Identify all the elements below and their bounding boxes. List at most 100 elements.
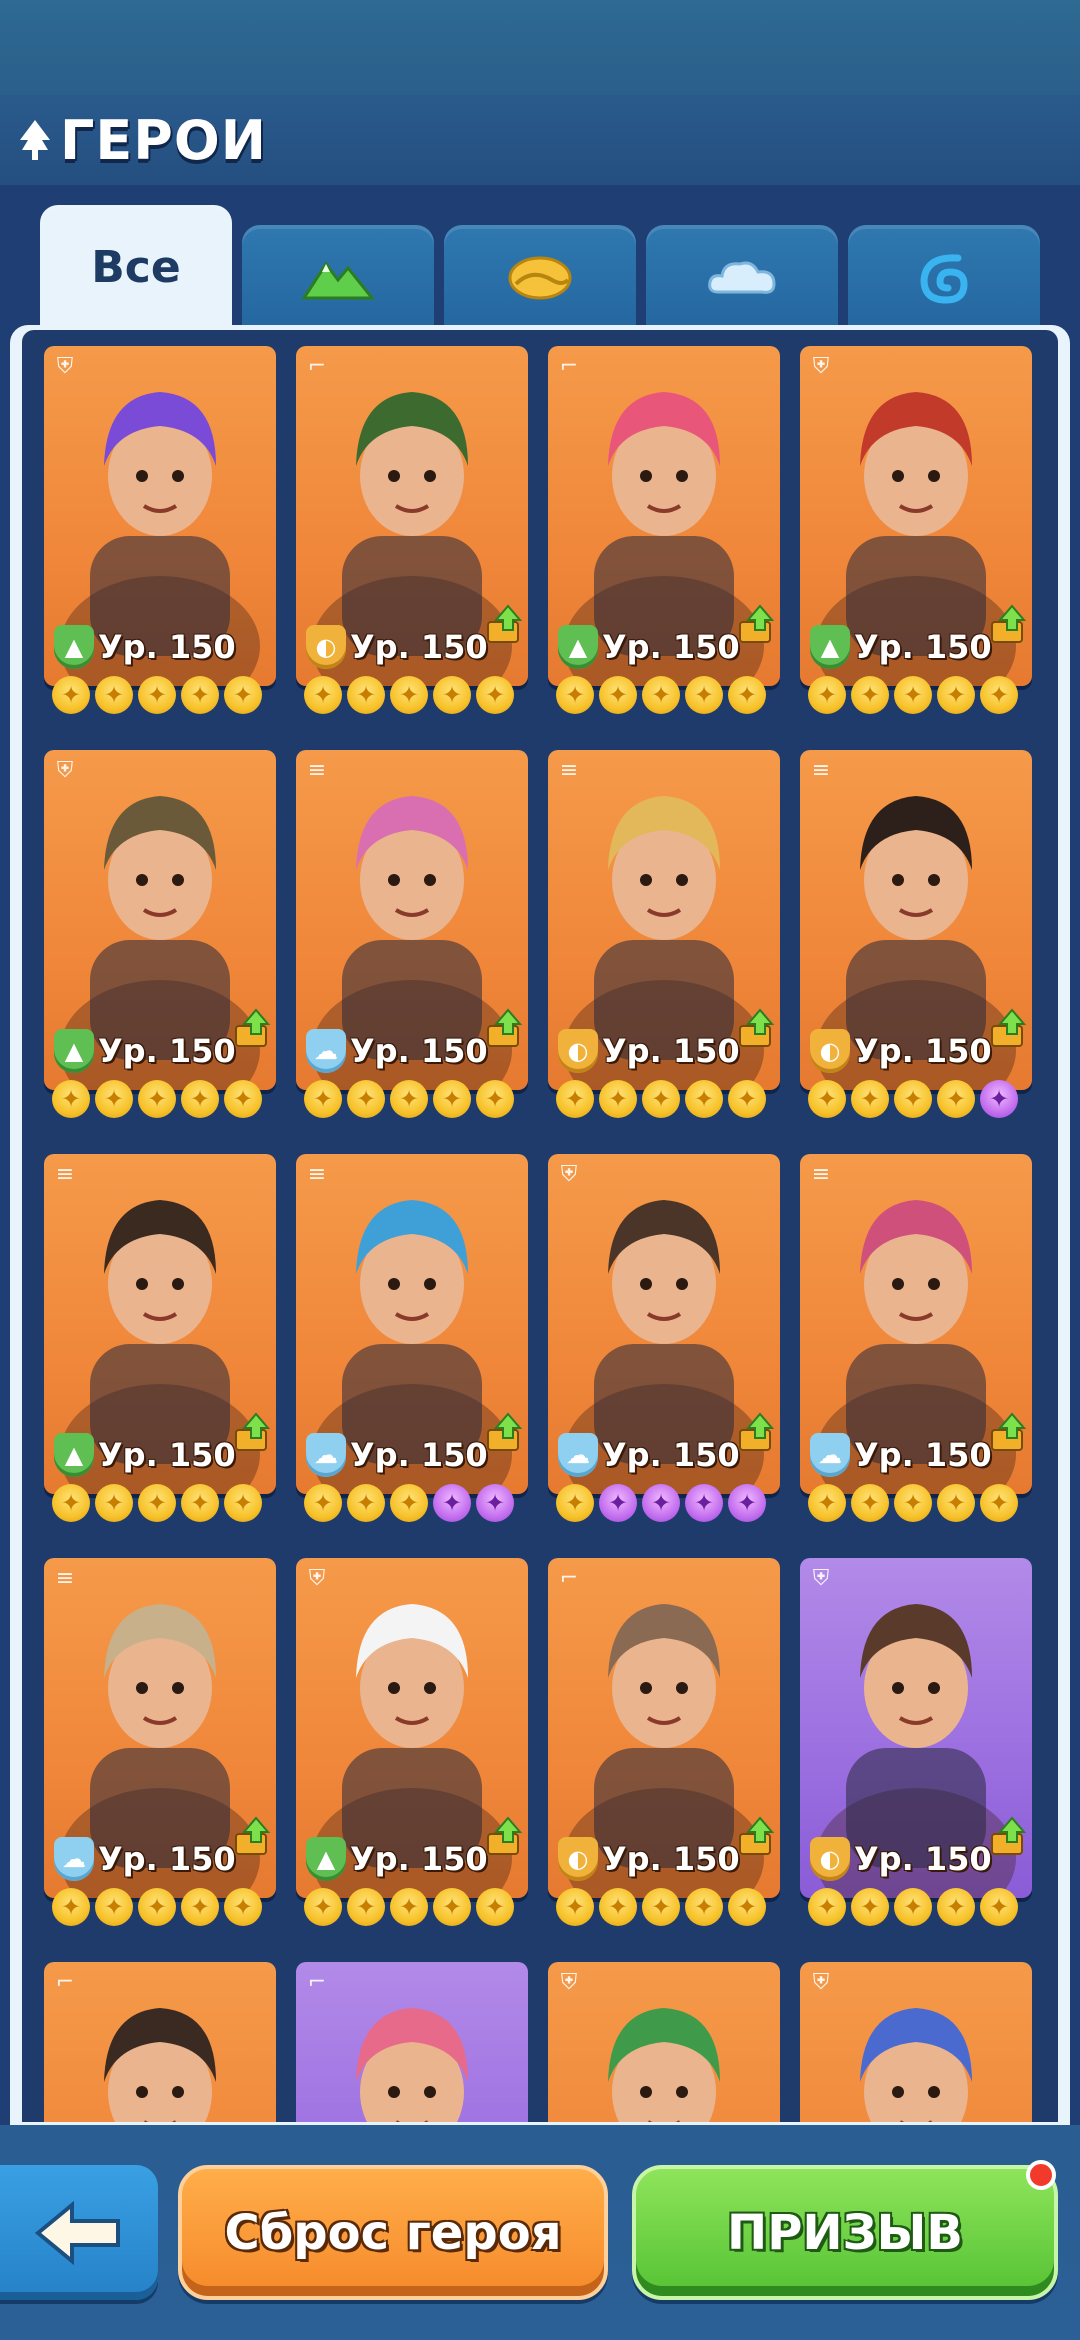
hero-slot: ⌐ [296,1962,528,2122]
forest-element-icon: ▲ [54,1433,94,1477]
hero-card[interactable]: ⛨ ▲ Ур. 150 [800,346,1032,686]
gold-star-icon: ✦ [181,1080,219,1118]
gold-star-icon: ✦ [937,1484,975,1522]
purple-star-icon: ✦ [476,1484,514,1522]
hero-card[interactable]: ≡ ☁ Ур. 150 [296,1154,528,1494]
hero-level: Ур. 150 [98,1840,236,1878]
hero-stars: ✦ ✦ ✦ ✦ ✦ [304,1484,522,1524]
gun-class-icon: ⌐ [307,354,327,379]
gold-star-icon: ✦ [52,1484,90,1522]
sky-element-icon: ☁ [306,1029,346,1073]
hero-card[interactable]: ⛨ ▲ Ур. 150 [296,1558,528,1898]
gold-star-icon: ✦ [599,676,637,714]
hero-card[interactable]: ⛨ ▲ Ур. 150 [44,346,276,686]
hero-slot: ⌐ ◐ Ур. 150 ✦ ✦ ✦ ✦ ✦ [296,346,528,714]
hero-card[interactable]: ≡ ☁ Ур. 150 [296,750,528,1090]
hero-stars: ✦ ✦ ✦ ✦ ✦ [52,1888,270,1928]
rifle-class-icon: ≡ [307,1162,327,1187]
gold-star-icon: ✦ [304,1080,342,1118]
hero-level: Ур. 150 [854,1436,992,1474]
tab-desert[interactable] [444,225,636,330]
tab-water[interactable] [848,225,1040,330]
hero-stars: ✦ ✦ ✦ ✦ ✦ [808,1080,1026,1120]
hero-card[interactable]: ⛨ ◐ Ур. 150 [800,1558,1032,1898]
hero-card[interactable]: ≡ ☁ Ур. 150 [44,1558,276,1898]
hero-card[interactable]: ⛨ ▲ Ур. 150 [44,750,276,1090]
hero-stars: ✦ ✦ ✦ ✦ ✦ [52,1484,270,1524]
upgrade-available-icon [235,1008,271,1047]
desert-element-icon: ◐ [558,1029,598,1073]
tab-all[interactable]: Все [40,205,232,330]
gold-star-icon: ✦ [304,1888,342,1926]
gold-star-icon: ✦ [685,1888,723,1926]
hero-card[interactable]: ⛨ [548,1962,780,2122]
upgrade-available-icon [739,604,775,643]
gold-star-icon: ✦ [894,1484,932,1522]
gold-star-icon: ✦ [556,1888,594,1926]
gun-class-icon: ⌐ [307,1970,327,1995]
hero-slot: ⛨ [800,1962,1032,2122]
gold-star-icon: ✦ [808,1484,846,1522]
hero-slot: ⛨ ▲ Ур. 150 ✦ ✦ ✦ ✦ ✦ [296,1558,528,1926]
upgrade-available-icon [991,1008,1027,1047]
gold-star-icon: ✦ [390,676,428,714]
hero-level: Ур. 150 [602,1840,740,1878]
rifle-class-icon: ≡ [307,758,327,783]
tab-sky[interactable] [646,225,838,330]
upgrade-available-icon [487,1008,523,1047]
gold-star-icon: ✦ [224,1080,262,1118]
back-button[interactable] [0,2165,158,2300]
hero-list-viewport[interactable]: ⛨ ▲ Ур. 150 ✦ ✦ ✦ ✦ ✦ ⌐ ◐ Ур. 150 ✦ ✦ ✦ ✦ ✦ ⌐ ▲ Ур. 150 ✦ ✦ ✦… [22,330,1058,2122]
hero-card[interactable]: ≡ ◐ Ур. 150 [548,750,780,1090]
hero-card[interactable]: ⛨ ☁ Ур. 150 [548,1154,780,1494]
gold-star-icon: ✦ [642,1888,680,1926]
hero-slot: ⌐ ◐ Ур. 150 ✦ ✦ ✦ ✦ ✦ [548,1558,780,1926]
hero-grid: ⛨ ▲ Ур. 150 ✦ ✦ ✦ ✦ ✦ ⌐ ◐ Ур. 150 ✦ ✦ ✦ ✦ ✦ ⌐ ▲ Ур. 150 ✦ ✦ ✦… [44,346,1032,2122]
gold-star-icon: ✦ [808,1080,846,1118]
hero-card[interactable]: ≡ ☁ Ур. 150 [800,1154,1032,1494]
hero-level: Ур. 150 [98,1436,236,1474]
forest-element-icon: ▲ [54,625,94,669]
hero-card[interactable]: ⛨ [800,1962,1032,2122]
purple-star-icon: ✦ [685,1484,723,1522]
gold-star-icon: ✦ [181,1888,219,1926]
gold-star-icon: ✦ [642,1080,680,1118]
tab-forest[interactable] [242,225,434,330]
gold-star-icon: ✦ [642,676,680,714]
hero-card[interactable]: ≡ ◐ Ур. 150 [800,750,1032,1090]
sky-element-icon: ☁ [810,1433,850,1477]
page-title-text: ГЕРОИ [60,108,267,172]
gold-star-icon: ✦ [937,676,975,714]
hero-card[interactable]: ≡ ▲ Ур. 150 [44,1154,276,1494]
hero-slot: ⛨ ▲ Ур. 150 ✦ ✦ ✦ ✦ ✦ [800,346,1032,714]
hero-card[interactable]: ⌐ ◐ Ур. 150 [548,1558,780,1898]
gold-star-icon: ✦ [728,676,766,714]
upgrade-available-icon [739,1816,775,1855]
gold-star-icon: ✦ [476,676,514,714]
gold-star-icon: ✦ [980,1484,1018,1522]
hero-card[interactable]: ⌐ ◐ Ур. 150 [296,346,528,686]
hero-portrait [860,2008,972,2122]
hero-card[interactable]: ⌐ ▲ Ур. 150 [548,346,780,686]
hero-stars: ✦ ✦ ✦ ✦ ✦ [556,1080,774,1120]
hero-slot: ≡ ☁ Ур. 150 ✦ ✦ ✦ ✦ ✦ [296,750,528,1118]
desert-icon [508,256,572,299]
hero-level: Ур. 150 [350,628,488,666]
upgrade-available-icon [739,1412,775,1451]
hero-card[interactable]: ⌐ [296,1962,528,2122]
gold-star-icon: ✦ [138,1080,176,1118]
hero-slot: ⛨ ▲ Ур. 150 ✦ ✦ ✦ ✦ ✦ [44,750,276,1118]
hero-level: Ур. 150 [602,1032,740,1070]
reset-hero-button[interactable]: Сброс героя [178,2165,608,2300]
gold-star-icon: ✦ [556,676,594,714]
forest-element-icon: ▲ [54,1029,94,1073]
purple-star-icon: ✦ [599,1484,637,1522]
hero-card[interactable]: ⌐ [44,1962,276,2122]
hero-level: Ур. 150 [350,1840,488,1878]
hero-stars: ✦ ✦ ✦ ✦ ✦ [808,1888,1026,1928]
desert-element-icon: ◐ [558,1837,598,1881]
upgrade-available-icon [235,1816,271,1855]
filter-tabs: Все [40,205,1040,330]
summon-button[interactable]: ПРИЗЫВ [632,2165,1058,2300]
gold-star-icon: ✦ [556,1080,594,1118]
